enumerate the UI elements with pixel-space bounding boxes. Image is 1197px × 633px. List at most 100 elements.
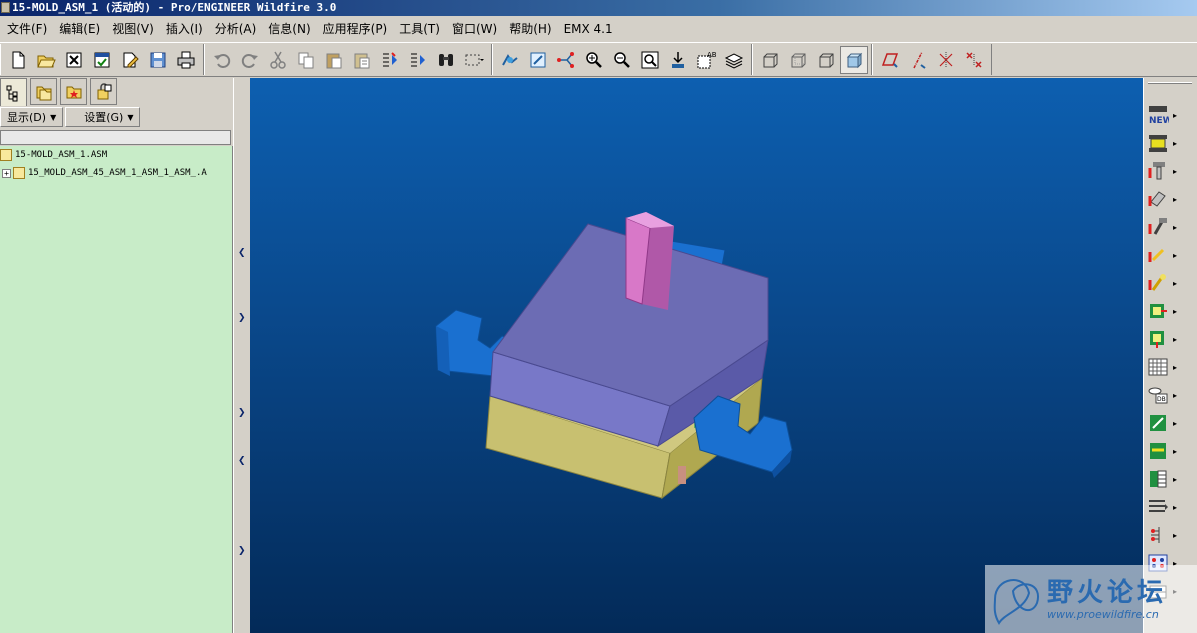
collapse-left-icon[interactable]: ❮ — [238, 248, 246, 258]
orient-icon[interactable] — [524, 46, 552, 74]
datum-point-icon[interactable] — [932, 46, 960, 74]
undo-icon[interactable] — [208, 46, 236, 74]
arrow-right-icon: ▸ — [1173, 530, 1178, 540]
saved-views-icon[interactable]: AB — [692, 46, 720, 74]
expand-right-icon[interactable]: ❯ — [238, 408, 246, 418]
menu-emx[interactable]: EMX 4.1 — [558, 17, 619, 41]
toolbar-group-edit — [204, 44, 492, 75]
paste-icon[interactable] — [320, 46, 348, 74]
mold-base-icon[interactable]: ▸ — [1147, 130, 1183, 156]
rename-icon[interactable] — [116, 46, 144, 74]
bom-icon[interactable]: ▸ — [1147, 466, 1183, 492]
show-dropdown[interactable]: 显示(D) ▼ — [0, 107, 64, 127]
tree-item-label: 15-MOLD_ASM_1.ASM — [15, 150, 108, 160]
menu-window[interactable]: 窗口(W) — [446, 17, 503, 41]
database-icon[interactable]: DB ▸ — [1147, 382, 1183, 408]
arrow-right-icon: ▸ — [1173, 194, 1178, 204]
redo-icon[interactable] — [236, 46, 264, 74]
paste-special-icon[interactable] — [348, 46, 376, 74]
spin-center-icon[interactable] — [552, 46, 580, 74]
collapse-left-icon[interactable]: ❮ — [238, 456, 246, 466]
erase-icon[interactable] — [60, 46, 88, 74]
expand-icon[interactable]: + — [2, 168, 11, 178]
arrow-right-icon: ▸ — [1173, 474, 1178, 484]
slider-icon[interactable]: ▸ — [1147, 186, 1183, 212]
main-toolbar: AB — [0, 42, 1197, 77]
toolbar-grip[interactable] — [1148, 82, 1192, 84]
pattern-icon[interactable]: ▸ — [1147, 354, 1183, 380]
gate-icon[interactable]: ▸ — [1147, 270, 1183, 296]
watermark-url: www.proewildfire.cn — [1047, 607, 1159, 621]
save-icon[interactable] — [144, 46, 172, 74]
toolbar-group-display — [752, 44, 872, 75]
water-line-icon[interactable]: ▸ — [1147, 410, 1183, 436]
settings-dropdown[interactable]: 设置(G) ▼ — [65, 107, 141, 127]
cut-icon[interactable]: ▸ — [1147, 438, 1183, 464]
tree-item-subassembly[interactable]: + 15_MOLD_ASM_45_ASM_1_ASM_1_ASM_.A — [0, 164, 232, 182]
view-manager-icon[interactable] — [664, 46, 692, 74]
folder-browser-tab-icon[interactable] — [30, 78, 57, 105]
save-copy-icon[interactable] — [88, 46, 116, 74]
regenerate-icon[interactable] — [376, 46, 404, 74]
menu-insert[interactable]: 插入(I) — [160, 17, 209, 41]
tree-item-root[interactable]: 15-MOLD_ASM_1.ASM — [0, 146, 232, 164]
layers-icon[interactable] — [720, 46, 748, 74]
select-box-icon[interactable] — [460, 46, 488, 74]
connections-tab-icon[interactable] — [90, 78, 117, 105]
wireframe-icon[interactable] — [756, 46, 784, 74]
expand-right-icon[interactable]: ❯ — [238, 313, 246, 323]
menu-tools[interactable]: 工具(T) — [393, 17, 446, 41]
plate-icon[interactable]: ▸ — [1147, 494, 1183, 520]
menu-info[interactable]: 信息(N) — [262, 17, 316, 41]
new-file-icon[interactable] — [4, 46, 32, 74]
menu-help[interactable]: 帮助(H) — [503, 17, 557, 41]
ejector-pin-icon[interactable]: ▸ — [1147, 158, 1183, 184]
zoom-in-icon[interactable] — [580, 46, 608, 74]
toolbar-group-datum — [872, 44, 992, 75]
open-folder-icon[interactable] — [32, 46, 60, 74]
datum-plane-icon[interactable] — [876, 46, 904, 74]
regen-manager-icon[interactable] — [404, 46, 432, 74]
repaint-icon[interactable] — [496, 46, 524, 74]
mold-assembly-model — [435, 212, 793, 500]
copy-icon[interactable] — [292, 46, 320, 74]
tree-filter-field[interactable] — [0, 130, 231, 145]
arrow-right-icon: ▸ — [1173, 502, 1178, 512]
menu-view[interactable]: 视图(V) — [106, 17, 160, 41]
menu-edit[interactable]: 编辑(E) — [53, 17, 106, 41]
shading-icon[interactable] — [840, 45, 868, 74]
hidden-line-icon[interactable] — [784, 46, 812, 74]
expand-right-icon[interactable]: ❯ — [238, 546, 246, 556]
no-hidden-icon[interactable] — [812, 46, 840, 74]
arrow-right-icon: ▸ — [1173, 138, 1178, 148]
sprue-icon[interactable]: ▸ — [1147, 242, 1183, 268]
refit-icon[interactable] — [636, 46, 664, 74]
mold-new-icon[interactable]: NEW ▸ — [1147, 102, 1183, 128]
cooling-icon[interactable]: ▸ — [1147, 298, 1183, 324]
menu-file[interactable]: 文件(F) — [1, 17, 53, 41]
assembly-icon — [13, 167, 25, 179]
cut-icon[interactable] — [264, 46, 292, 74]
lifter-icon[interactable]: ▸ — [1147, 214, 1183, 240]
forum-watermark: 野火论坛 www.proewildfire.cn — [985, 565, 1197, 633]
coord-sys-icon[interactable] — [960, 46, 988, 74]
insert-icon[interactable]: ▸ — [1147, 326, 1183, 352]
favorites-tab-icon[interactable] — [60, 78, 87, 105]
panel-sash[interactable]: ❮ ❯ ❯ ❮ ❯ — [233, 78, 250, 633]
toolbar-group-file — [0, 44, 204, 75]
model-tree-tab-icon[interactable] — [0, 78, 27, 106]
arrow-right-icon: ▸ — [1173, 418, 1178, 428]
graphics-window[interactable] — [250, 78, 1143, 633]
tree-item-label: 15_MOLD_ASM_45_ASM_1_ASM_1_ASM_.A — [28, 168, 207, 178]
navigator-tabs — [0, 78, 120, 106]
menu-analysis[interactable]: 分析(A) — [209, 17, 263, 41]
find-icon[interactable] — [432, 46, 460, 74]
datum-axis-icon[interactable] — [904, 46, 932, 74]
svg-text:NEW: NEW — [1149, 116, 1169, 126]
zoom-out-icon[interactable] — [608, 46, 636, 74]
ejector-icon[interactable]: ▸ — [1147, 522, 1183, 548]
chevron-down-icon: ▼ — [127, 112, 134, 122]
menu-applications[interactable]: 应用程序(P) — [317, 17, 394, 41]
print-icon[interactable] — [172, 46, 200, 74]
app-icon[interactable] — [1, 2, 10, 13]
